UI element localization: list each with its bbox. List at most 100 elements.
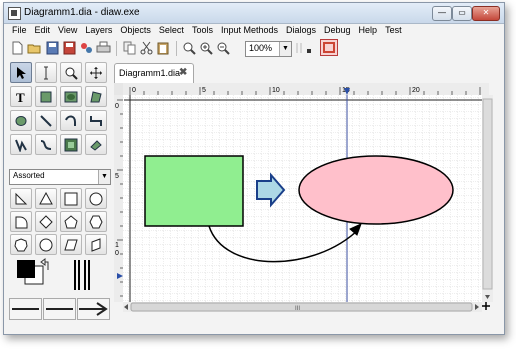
ruler-label-5: 5 bbox=[202, 87, 206, 94]
sheet-triangle[interactable] bbox=[35, 188, 57, 209]
sheet-selector-value: Assorted bbox=[13, 171, 45, 180]
zoom-out-icon[interactable] bbox=[216, 41, 231, 55]
close-tab-icon[interactable]: ✖ bbox=[179, 67, 187, 78]
foreground-color-swatch[interactable] bbox=[17, 260, 35, 278]
chevron-down-icon[interactable]: ▼ bbox=[98, 170, 110, 184]
sheet-hexagon[interactable] bbox=[85, 211, 107, 232]
sheet-cylinder-face[interactable] bbox=[85, 234, 107, 255]
menu-input-methods[interactable]: Input Methods bbox=[217, 23, 282, 37]
main-toolbar: 100% ▼ bbox=[4, 38, 504, 60]
zigzag-tool[interactable] bbox=[85, 110, 107, 131]
diamond-icon bbox=[39, 215, 53, 229]
ruler-label-10: 10 bbox=[272, 87, 280, 94]
color-swatches bbox=[17, 258, 90, 290]
text-tool[interactable]: T bbox=[10, 86, 32, 107]
sheet-parallelogram[interactable] bbox=[60, 234, 82, 255]
bezierline-icon bbox=[40, 140, 52, 150]
hexagon-icon bbox=[89, 215, 103, 229]
octagon-icon bbox=[39, 238, 53, 252]
menu-layers[interactable]: Layers bbox=[81, 23, 116, 37]
menu-debug[interactable]: Debug bbox=[320, 23, 355, 37]
image-tool[interactable] bbox=[60, 134, 82, 155]
ruler-label-0: 0 bbox=[132, 87, 136, 94]
horizontal-scroll-thumb[interactable] bbox=[130, 302, 473, 312]
menu-view[interactable]: View bbox=[54, 23, 81, 37]
polygon-tool[interactable] bbox=[85, 86, 107, 107]
text-cursor-icon bbox=[44, 66, 48, 80]
paste-icon[interactable] bbox=[156, 41, 171, 55]
menu-test[interactable]: Test bbox=[381, 23, 406, 37]
color-area bbox=[9, 258, 109, 292]
sheet-pentagon[interactable] bbox=[60, 211, 82, 232]
export-icon[interactable] bbox=[79, 41, 94, 55]
text-edit-tool[interactable] bbox=[35, 62, 57, 83]
image-icon bbox=[64, 138, 78, 152]
menu-help[interactable]: Help bbox=[355, 23, 382, 37]
vruler-label-5: 5 bbox=[115, 173, 119, 180]
zoom-in-icon[interactable] bbox=[199, 41, 214, 55]
line-tool[interactable] bbox=[35, 110, 57, 131]
document-tab-bar: Diagramm1.dia ✖ bbox=[114, 63, 502, 83]
ellipse-tool[interactable] bbox=[60, 86, 82, 107]
vruler-label-10: 1 bbox=[115, 242, 119, 249]
box-tool[interactable] bbox=[35, 86, 57, 107]
polyline-icon bbox=[15, 139, 27, 152]
toolbar-separator bbox=[176, 41, 177, 56]
sheet-diamond[interactable] bbox=[35, 211, 57, 232]
sheet-circle[interactable] bbox=[85, 188, 107, 209]
close-button[interactable]: ✕ bbox=[472, 6, 500, 21]
pointer-tool[interactable] bbox=[10, 62, 32, 83]
navigate-icon[interactable] bbox=[482, 302, 490, 310]
diagram-canvas-area: 0 5 10 15 20 0 5 1 0 bbox=[114, 83, 502, 318]
quarter-circle-icon bbox=[15, 216, 28, 229]
zoom-combobox[interactable]: 100% ▼ bbox=[245, 41, 292, 57]
snap-to-grid-icon[interactable] bbox=[296, 41, 316, 55]
sheet-right-triangle[interactable] bbox=[10, 188, 32, 209]
beziergon-icon bbox=[15, 116, 27, 126]
magnify-tool[interactable] bbox=[60, 62, 82, 83]
sheet-octagon[interactable] bbox=[35, 234, 57, 255]
outline-tool[interactable] bbox=[85, 134, 107, 155]
triangle-icon bbox=[39, 192, 53, 205]
ruler-corner bbox=[114, 83, 123, 95]
line-icon bbox=[40, 115, 52, 127]
pink-ellipse[interactable] bbox=[298, 155, 454, 225]
horizontal-ruler bbox=[123, 83, 489, 95]
menu-tools[interactable]: Tools bbox=[188, 23, 217, 37]
copy-icon[interactable] bbox=[122, 41, 137, 55]
arc-tool[interactable] bbox=[60, 110, 82, 131]
print-icon[interactable] bbox=[96, 41, 111, 55]
sheet-quarter-circle[interactable] bbox=[10, 211, 32, 232]
right-triangle-icon bbox=[15, 192, 28, 205]
save-icon[interactable] bbox=[45, 41, 60, 55]
outline-icon bbox=[90, 140, 102, 151]
zoom-fit-icon[interactable] bbox=[182, 41, 197, 55]
beziergon-tool[interactable] bbox=[10, 110, 32, 131]
minimize-button[interactable]: — bbox=[432, 6, 452, 21]
chevron-down-icon[interactable]: ▼ bbox=[279, 42, 291, 56]
cut-icon[interactable] bbox=[139, 41, 154, 55]
arc-icon bbox=[65, 115, 76, 126]
menu-select[interactable]: Select bbox=[155, 23, 188, 37]
menu-dialogs[interactable]: Dialogs bbox=[282, 23, 320, 37]
line-width-icon[interactable] bbox=[74, 260, 90, 290]
menu-file[interactable]: File bbox=[8, 23, 31, 37]
magnetic-mode-icon[interactable] bbox=[320, 39, 338, 56]
vertical-scroll-thumb[interactable] bbox=[482, 98, 493, 290]
green-rectangle[interactable] bbox=[144, 155, 244, 227]
maximize-button[interactable]: ▭ bbox=[452, 6, 472, 21]
tab-diagramm1[interactable]: Diagramm1.dia ✖ bbox=[114, 63, 194, 83]
open-icon[interactable] bbox=[27, 41, 42, 55]
scroll-tool[interactable] bbox=[85, 62, 107, 83]
polyline-tool[interactable] bbox=[10, 134, 32, 155]
sheet-heptagon[interactable] bbox=[10, 234, 32, 255]
new-icon[interactable] bbox=[10, 41, 25, 55]
parallelogram-icon bbox=[64, 239, 78, 251]
sheet-square[interactable] bbox=[60, 188, 82, 209]
sheet-selector[interactable]: Assorted ▼ bbox=[9, 169, 111, 185]
menu-edit[interactable]: Edit bbox=[31, 23, 55, 37]
menu-objects[interactable]: Objects bbox=[116, 23, 155, 37]
save-as-icon[interactable] bbox=[62, 41, 77, 55]
diagram-canvas[interactable]: 0 5 10 15 20 0 5 1 0 bbox=[114, 83, 502, 318]
bezierline-tool[interactable] bbox=[35, 134, 57, 155]
